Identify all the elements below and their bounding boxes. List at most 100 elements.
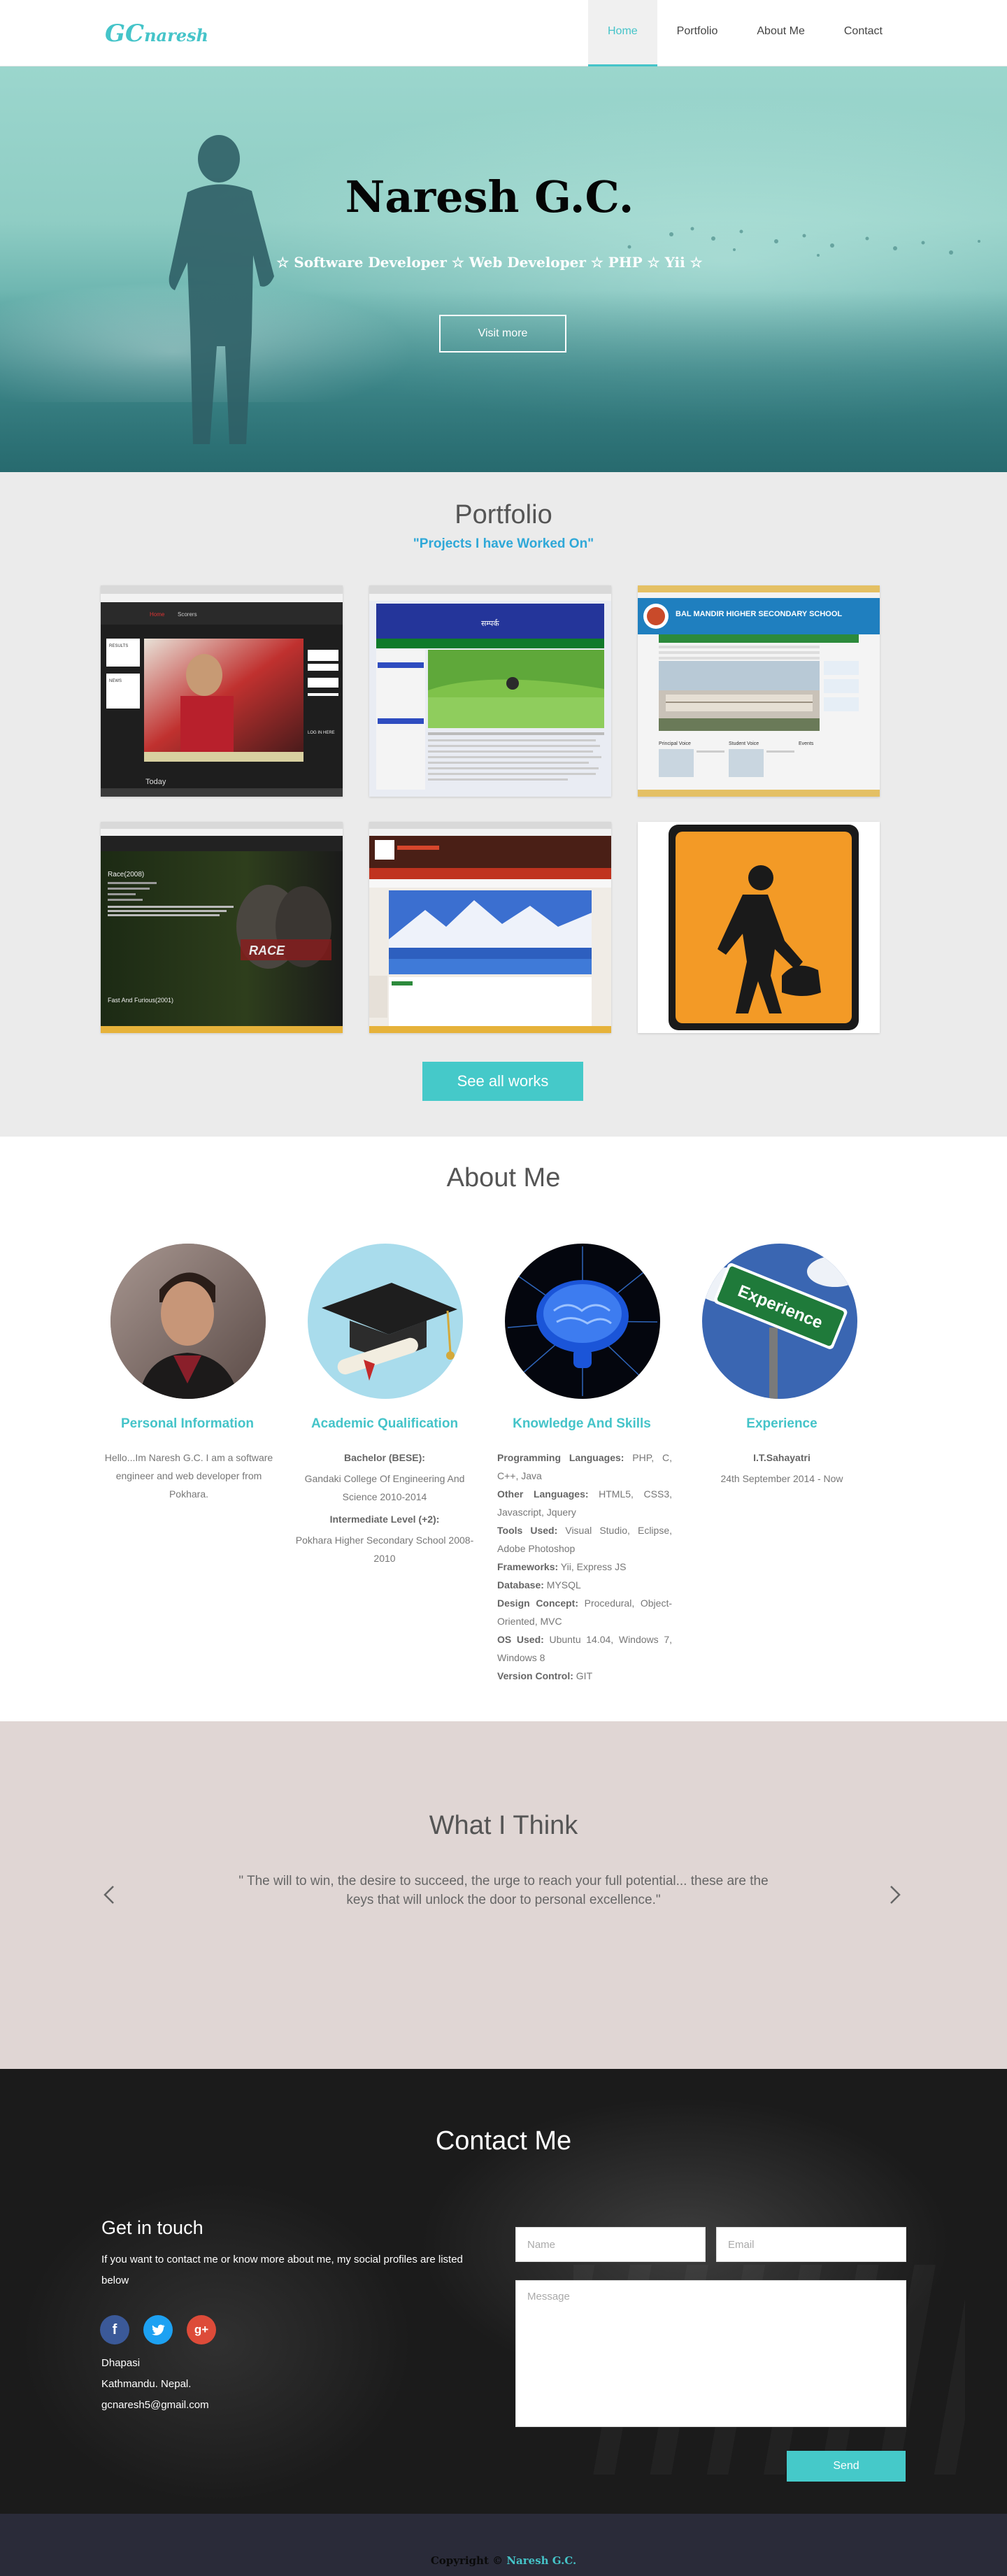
experience-sign-image: Experience bbox=[702, 1244, 857, 1399]
what-i-think-section: What I Think " The will to win, the desi… bbox=[0, 1721, 1007, 2069]
skill-label: Tools Used: bbox=[497, 1525, 558, 1536]
skills-text: Programming Languages: PHP, C, C++, Java… bbox=[497, 1449, 672, 1685]
nav-portfolio[interactable]: Portfolio bbox=[657, 0, 738, 66]
football-news: NEWS bbox=[109, 679, 122, 683]
page: GCnaresh Home Portfolio About Me Contact bbox=[0, 0, 1007, 2576]
school-site-screenshot: BAL MANDIR HIGHER SECONDARY SCHOOL Princ… bbox=[638, 585, 880, 797]
intermediate-label: Intermediate Level (+2): bbox=[329, 1514, 440, 1525]
email-input[interactable] bbox=[716, 2227, 906, 2262]
portfolio-item-nepali-site[interactable]: सम्पर्क bbox=[369, 585, 611, 797]
send-button[interactable]: Send bbox=[787, 2451, 906, 2482]
academic-heading: Academic Qualification bbox=[310, 1416, 459, 1431]
skill-value: MYSQL bbox=[543, 1579, 581, 1591]
skill-label: Design Concept: bbox=[497, 1597, 578, 1609]
portfolio-item-under-construction[interactable] bbox=[638, 822, 880, 1033]
about-section: About Me Experience Personal Information… bbox=[0, 1137, 1007, 1721]
football-login: LOG IN HERE bbox=[308, 731, 335, 735]
skill-label: Frameworks: bbox=[497, 1561, 559, 1572]
personal-info-text: Hello...Im Naresh G.C. I am a software e… bbox=[104, 1452, 273, 1500]
portfolio-item-school-site[interactable]: BAL MANDIR HIGHER SECONDARY SCHOOL Princ… bbox=[638, 585, 880, 797]
school-col-1: Principal Voice bbox=[659, 741, 691, 746]
visit-more-button[interactable]: Visit more bbox=[439, 315, 566, 353]
movie-bottom: Fast And Furious(2001) bbox=[108, 997, 173, 1004]
skill-label: Version Control: bbox=[497, 1670, 573, 1681]
carousel-prev-arrow-icon[interactable] bbox=[95, 1881, 123, 1909]
intermediate-detail: Pokhara Higher Secondary School 2008-201… bbox=[295, 1535, 474, 1564]
quote-text: " The will to win, the desire to succeed… bbox=[238, 1874, 769, 1907]
carousel-next-arrow-icon[interactable] bbox=[881, 1881, 909, 1909]
what-i-think-title: What I Think bbox=[429, 1811, 578, 1840]
twitter-bird-icon bbox=[152, 2324, 165, 2335]
nav-contact[interactable]: Contact bbox=[824, 0, 902, 66]
skill-value: GIT bbox=[573, 1670, 593, 1681]
about-title: About Me bbox=[446, 1163, 561, 1193]
get-in-touch-text: If you want to contact me or know more a… bbox=[101, 2254, 463, 2286]
message-textarea[interactable] bbox=[515, 2280, 906, 2427]
school-col-3: Events bbox=[799, 741, 814, 746]
google-plus-icon[interactable]: g+ bbox=[187, 2315, 216, 2344]
profile-photo bbox=[110, 1244, 266, 1399]
logo-prefix: GC bbox=[105, 20, 145, 48]
school-header: BAL MANDIR HIGHER SECONDARY SCHOOL bbox=[676, 610, 842, 618]
brain-icon bbox=[505, 1244, 660, 1399]
football-results: RESULTS bbox=[109, 644, 128, 648]
address-line-1: Dhapasi bbox=[101, 2357, 141, 2369]
football-menu: Scorers bbox=[178, 611, 197, 618]
twitter-icon[interactable] bbox=[143, 2315, 173, 2344]
portfolio-title: Portfolio bbox=[455, 500, 552, 529]
name-input[interactable] bbox=[515, 2227, 706, 2262]
hero-section: Naresh G.C. ☆ Software Developer ☆ Web D… bbox=[0, 66, 1007, 472]
copyright-name[interactable]: Naresh G.C. bbox=[506, 2554, 576, 2567]
bachelor-detail: Gandaki College Of Engineering And Scien… bbox=[304, 1473, 465, 1502]
bachelor-label: Bachelor (BESE): bbox=[344, 1452, 425, 1463]
experience-date: 24th September 2014 - Now bbox=[720, 1473, 843, 1484]
svg-text:RACE: RACE bbox=[249, 944, 285, 958]
nav-home[interactable]: Home bbox=[587, 0, 657, 66]
nav-links: Home Portfolio About Me Contact bbox=[587, 0, 902, 66]
portfolio-item-movie-site[interactable]: RACE Race(2008) Fast And Furious(2001) bbox=[101, 822, 343, 1033]
navbar: GCnaresh Home Portfolio About Me Contact bbox=[0, 0, 1007, 66]
contact-bg-blur bbox=[21, 2181, 413, 2503]
hero-title: Naresh G.C. bbox=[345, 171, 634, 222]
copyright-text: Copyright © bbox=[430, 2554, 503, 2567]
graduation-cap-icon bbox=[308, 1244, 463, 1399]
construction-sign-icon bbox=[638, 822, 880, 1033]
skill-label: Programming Languages: bbox=[497, 1452, 624, 1463]
company-label: I.T.Sahayatri bbox=[753, 1452, 810, 1463]
graduation-cap-image bbox=[308, 1244, 463, 1399]
get-in-touch-heading: Get in touch bbox=[101, 2217, 203, 2238]
email-address: gcnaresh5@gmail.com bbox=[101, 2399, 209, 2411]
facebook-icon[interactable]: f bbox=[100, 2315, 129, 2344]
portfolio-subtitle: "Projects I have Worked On" bbox=[413, 536, 594, 551]
experience-heading: Experience bbox=[746, 1416, 817, 1431]
contact-title: Contact Me bbox=[435, 2126, 572, 2156]
nepali-header: सम्पर्क bbox=[481, 619, 499, 628]
nepali-site-screenshot: सम्पर्क bbox=[369, 585, 611, 797]
nav-about-me[interactable]: About Me bbox=[737, 0, 824, 66]
skill-value: Yii, Express JS bbox=[558, 1561, 627, 1572]
logo-suffix: naresh bbox=[144, 25, 208, 45]
movie-title: Race(2008) bbox=[108, 871, 144, 878]
skills-heading: Knowledge And Skills bbox=[513, 1416, 651, 1431]
see-all-works-button[interactable]: See all works bbox=[422, 1062, 583, 1101]
bird-flock bbox=[627, 227, 980, 257]
portfolio-item-mountain-site[interactable] bbox=[369, 822, 611, 1033]
football-site-screenshot: Home Scorers RESULTS NEWS LOG IN HERE To… bbox=[101, 585, 343, 797]
academic-text: Bachelor (BESE): Gandaki College Of Engi… bbox=[294, 1449, 476, 1570]
footer: Copyright © Naresh G.C. bbox=[0, 2514, 1007, 2576]
mountain-site-screenshot bbox=[369, 822, 611, 1033]
portfolio-section: Portfolio "Projects I have Worked On" Ho… bbox=[0, 472, 1007, 1137]
hero-subtitle: ☆ Software Developer ☆ Web Developer ☆ P… bbox=[276, 254, 703, 271]
portfolio-item-football-site[interactable]: Home Scorers RESULTS NEWS LOG IN HERE To… bbox=[101, 585, 343, 797]
copyright: Copyright © Naresh G.C. bbox=[0, 2554, 1007, 2567]
skill-label: OS Used: bbox=[497, 1634, 544, 1645]
experience-text: I.T.Sahayatri 24th September 2014 - Now bbox=[691, 1449, 873, 1490]
site-logo[interactable]: GCnaresh bbox=[105, 20, 208, 48]
svg-text:Home: Home bbox=[150, 611, 165, 618]
movie-site-screenshot: RACE Race(2008) Fast And Furious(2001) bbox=[101, 822, 343, 1033]
address-line-2: Kathmandu. Nepal. bbox=[101, 2378, 192, 2390]
school-col-2: Student Voice bbox=[729, 741, 759, 746]
football-today: Today bbox=[145, 778, 166, 786]
contact-section: Contact Me Get in touch If you want to c… bbox=[0, 2069, 1007, 2514]
avatar bbox=[110, 1244, 266, 1399]
